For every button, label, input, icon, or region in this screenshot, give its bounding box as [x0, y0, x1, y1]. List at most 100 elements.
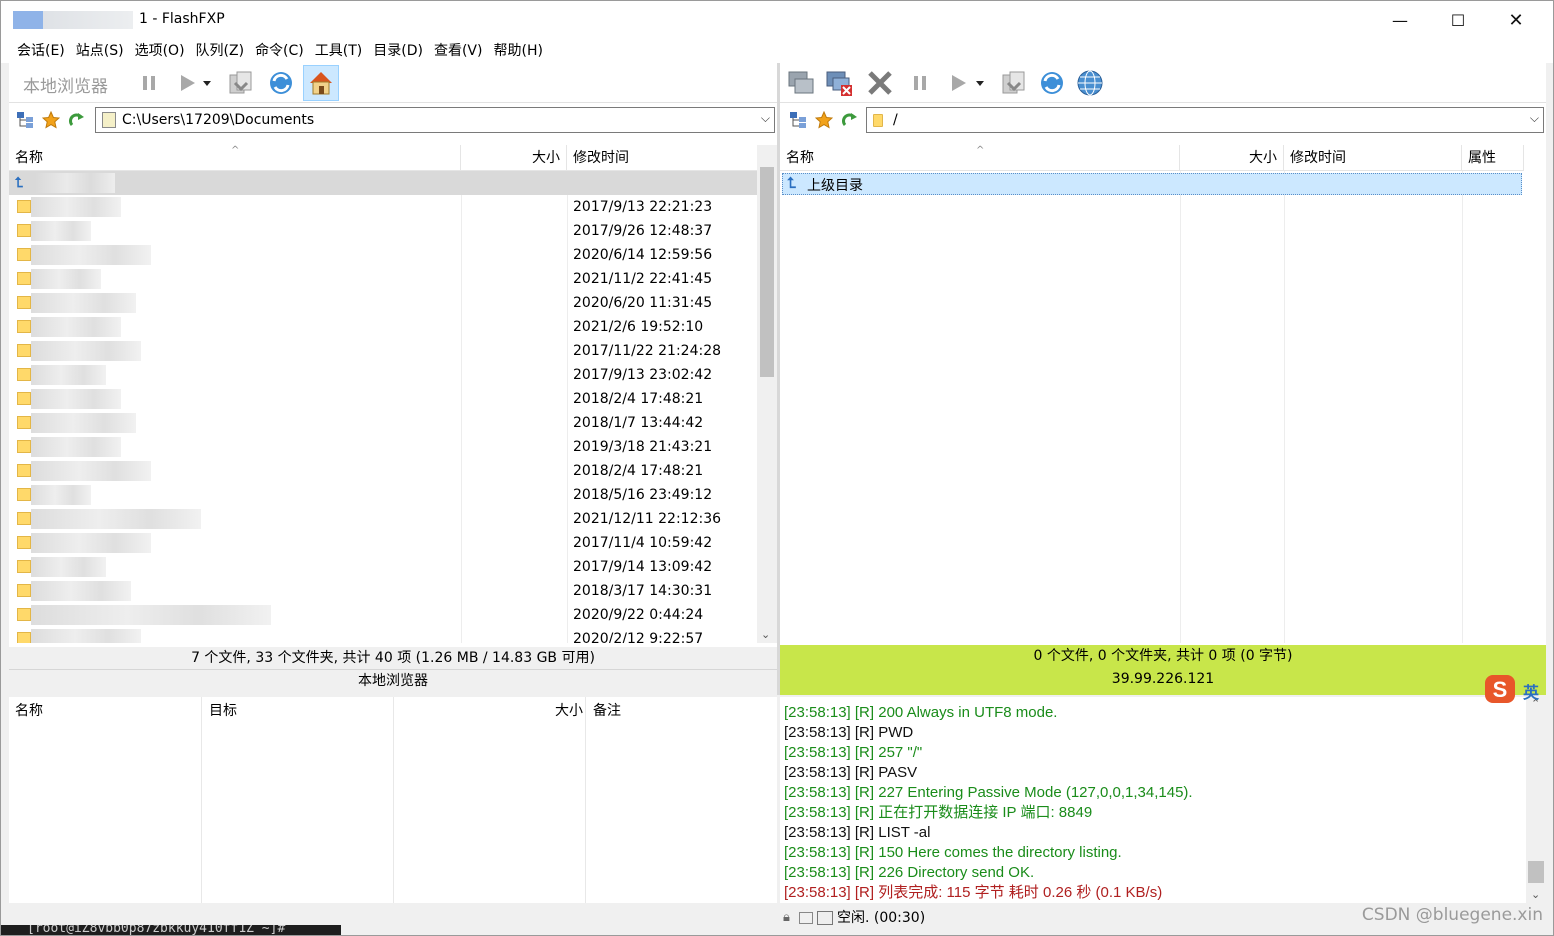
folder-icon: [17, 536, 31, 549]
table-row[interactable]: 2018/5/16 23:49:12: [9, 483, 757, 507]
log-scroll-down-arrow-icon[interactable]: ⌄: [1531, 888, 1540, 901]
go-up-arrow-icon[interactable]: [65, 107, 89, 133]
folder-icon: [17, 512, 31, 525]
chevron-down-icon[interactable]: ⌵: [761, 111, 770, 126]
queue-col-size[interactable]: 大小: [549, 697, 583, 725]
menu-bar: 会话(E) 站点(S) 选项(O) 队列(Z) 命令(C) 工具(T) 目录(D…: [1, 39, 1553, 63]
remote-play-dropdown-icon[interactable]: [972, 67, 988, 99]
table-row[interactable]: 2017/11/4 10:59:42: [9, 531, 757, 555]
up-arrow-icon: ⮤: [15, 175, 24, 191]
home-icon[interactable]: [303, 65, 339, 101]
menu-tools[interactable]: 工具(T): [311, 39, 369, 63]
table-row[interactable]: 2017/9/13 23:02:42: [9, 363, 757, 387]
remote-go-up-arrow-icon[interactable]: [838, 107, 862, 133]
redacted-filename: [31, 437, 121, 457]
queue-col-note[interactable]: 备注: [587, 697, 621, 725]
menu-queue[interactable]: 队列(Z): [192, 39, 252, 63]
remote-chevron-down-icon[interactable]: ⌵: [1530, 111, 1539, 126]
menu-session[interactable]: 会话(E): [13, 39, 72, 63]
table-row[interactable]: 2020/6/14 12:59:56: [9, 243, 757, 267]
remote-path-combo[interactable]: / ⌵: [866, 107, 1544, 133]
close-button[interactable]: ✕: [1487, 1, 1545, 39]
parent-dir-row[interactable]: ⮤ 上级目录: [782, 173, 1522, 195]
redacted-filename: [31, 269, 101, 289]
folder-icon: [17, 200, 31, 213]
queue-col-target[interactable]: 目标: [203, 697, 237, 725]
remote-col-size-label: 大小: [1249, 150, 1277, 166]
maximize-button[interactable]: ☐: [1429, 1, 1487, 39]
table-row[interactable]: 2018/1/7 13:44:42: [9, 411, 757, 435]
log-vertical-scrollbar[interactable]: ⌃ ⌄: [1526, 697, 1546, 903]
table-row[interactable]: 2017/11/22 21:24:28: [9, 339, 757, 363]
remote-refresh-icon[interactable]: [1036, 67, 1068, 99]
remote-col-name-label: 名称: [786, 150, 814, 166]
parent-dir-row[interactable]: ⮤: [9, 171, 757, 195]
table-row[interactable]: 2021/2/6 19:52:10: [9, 315, 757, 339]
table-row[interactable]: 2017/9/26 12:48:37: [9, 219, 757, 243]
table-row[interactable]: 2017/9/13 22:21:23: [9, 195, 757, 219]
menu-directory[interactable]: 目录(D): [369, 39, 430, 63]
table-row[interactable]: 2018/2/4 17:48:21: [9, 387, 757, 411]
refresh-icon[interactable]: [265, 67, 297, 99]
folder-icon: [17, 344, 31, 357]
table-row[interactable]: 2020/9/22 0:44:24: [9, 603, 757, 627]
ime-indicator[interactable]: S 英: [1483, 673, 1543, 705]
queue-col-name[interactable]: 名称: [9, 697, 43, 725]
pause-icon[interactable]: [133, 67, 165, 99]
folder-icon: [17, 488, 31, 501]
remote-tree-view-icon[interactable]: [786, 107, 810, 133]
redacted-filename: [31, 317, 121, 337]
tree-view-icon[interactable]: [13, 107, 37, 133]
table-row[interactable]: 2020/6/20 11:31:45: [9, 291, 757, 315]
menu-sites[interactable]: 站点(S): [72, 39, 131, 63]
col-modified[interactable]: 修改时间: [567, 145, 757, 171]
modified-date: 2020/6/20 11:31:45: [573, 295, 713, 311]
table-row[interactable]: 2019/3/18 21:43:21: [9, 435, 757, 459]
remote-transfer-icon[interactable]: [998, 67, 1030, 99]
csdn-watermark: CSDN @bluegene.xin: [1361, 905, 1543, 925]
transfer-icon[interactable]: [225, 67, 257, 99]
log-line: [23:58:13] [R] PWD: [784, 724, 914, 741]
menu-help[interactable]: 帮助(H): [489, 39, 549, 63]
local-path-combo[interactable]: C:\Users\17209\Documents ⌵: [95, 107, 775, 133]
modified-date: 2018/1/7 13:44:42: [573, 415, 704, 431]
table-row[interactable]: 2017/9/14 13:09:42: [9, 555, 757, 579]
local-browser-label[interactable]: 本地浏览器: [23, 72, 108, 97]
abort-x-icon[interactable]: [864, 67, 896, 99]
menu-view[interactable]: 查看(V): [430, 39, 490, 63]
remote-col-attr[interactable]: 属性: [1462, 145, 1524, 171]
play-dropdown-icon[interactable]: [199, 67, 215, 99]
log-line: [23:58:13] [R] 227 Entering Passive Mode…: [784, 784, 1193, 801]
minimize-button[interactable]: —: [1371, 1, 1429, 39]
remote-pause-icon[interactable]: [904, 67, 936, 99]
table-row[interactable]: 2020/2/12 9:22:57: [9, 627, 757, 643]
table-row[interactable]: 2018/3/17 14:30:31: [9, 579, 757, 603]
local-vertical-scrollbar[interactable]: ⌄: [757, 145, 777, 643]
scroll-down-arrow-icon[interactable]: ⌄: [761, 628, 770, 641]
remote-col-size[interactable]: 大小: [1180, 145, 1284, 171]
remote-col-modified[interactable]: 修改时间: [1284, 145, 1462, 171]
table-row[interactable]: 2021/11/2 22:41:45: [9, 267, 757, 291]
log-scroll-thumb[interactable]: [1528, 861, 1544, 883]
globe-icon[interactable]: [1074, 67, 1106, 99]
local-status-summary: 7 个文件, 33 个文件夹, 共计 40 项 (1.26 MB / 14.83…: [9, 647, 777, 670]
favorites-star-icon[interactable]: [39, 107, 63, 133]
menu-options[interactable]: 选项(O): [131, 39, 192, 63]
remote-col-attr-label: 属性: [1468, 150, 1496, 166]
remote-favorites-star-icon[interactable]: [812, 107, 836, 133]
idle-status: 空闲. (00:30): [837, 910, 926, 926]
table-row[interactable]: 2021/12/11 22:12:36: [9, 507, 757, 531]
window-icon: [799, 912, 813, 924]
scroll-thumb[interactable]: [760, 167, 774, 377]
log-line: [23:58:13] [R] 正在打开数据连接 IP 端口: 8849: [784, 804, 1093, 821]
connect-icon[interactable]: [786, 67, 818, 99]
redacted-filename: [31, 581, 131, 601]
remote-status: 0 个文件, 0 个文件夹, 共计 0 项 (0 字节) 39.99.226.1…: [780, 645, 1546, 695]
modified-date: 2017/9/13 23:02:42: [573, 367, 713, 383]
modified-date: 2021/2/6 19:52:10: [573, 319, 704, 335]
col-size[interactable]: 大小: [461, 145, 567, 171]
disconnect-icon[interactable]: [824, 67, 856, 99]
remote-play-icon[interactable]: [942, 67, 974, 99]
table-row[interactable]: 2018/2/4 17:48:21: [9, 459, 757, 483]
menu-commands[interactable]: 命令(C): [251, 39, 311, 63]
